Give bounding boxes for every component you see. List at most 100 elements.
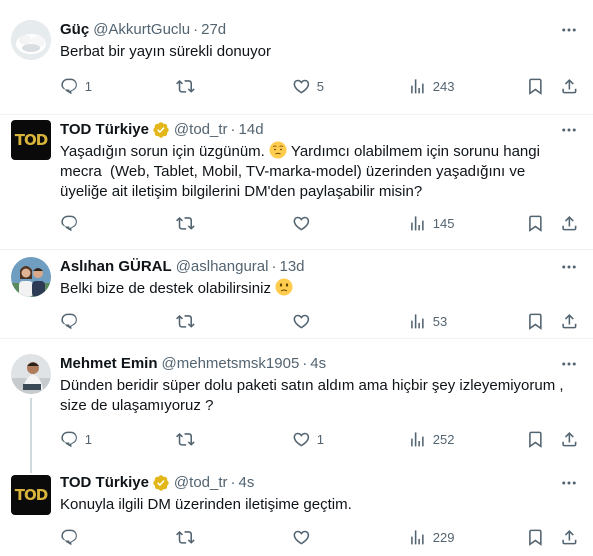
reply-count: 1 [84,78,92,94]
reply-button[interactable] [60,213,85,233]
avatar-guc[interactable] [11,20,51,60]
tweet-3[interactable]: Aslıhan GÜRAL @aslhangural · 13d Belki b… [0,250,593,338]
tweet-4[interactable]: Mehmet Emin @mehmetsmsk1905 · 4s Dünden … [0,339,593,463]
reply-button[interactable]: 1 [60,429,92,449]
separator-dot: · [230,474,236,491]
like-button[interactable] [292,527,317,547]
author-handle[interactable]: @tod_tr [174,473,228,493]
retweet-icon [176,79,195,93]
author-handle[interactable]: @aslhangural [176,257,269,277]
tweet-header: Mehmet Emin @mehmetsmsk1905 · 4s [60,354,553,374]
author-name[interactable]: Mehmet Emin [60,354,158,374]
retweet-button[interactable] [176,311,201,331]
bookmark-icon [529,215,542,232]
views-icon [411,313,424,329]
avatar-mehmet-emin[interactable] [11,354,51,394]
bookmark-button[interactable] [526,311,545,331]
timestamp[interactable]: 14d [239,120,264,140]
like-icon [293,314,310,329]
views-button[interactable]: 145 [408,213,454,233]
share-icon [562,529,577,545]
timestamp[interactable]: 13d [279,257,304,277]
tweet-header: Güç @AkkurtGuclu · 27d [60,20,553,40]
bookmark-button[interactable] [526,527,545,547]
bookmark-button[interactable] [526,429,545,449]
timestamp[interactable]: 4s [239,473,255,493]
reply-button[interactable] [60,311,85,331]
views-button[interactable]: 243 [408,76,454,96]
action-bar: 229 [60,527,580,547]
action-bar: 53 [60,311,580,331]
avatar-tod-turkiye[interactable]: TOD [11,475,51,515]
retweet-icon [176,432,195,446]
author-name[interactable]: Aslıhan GÜRAL [60,257,172,277]
reply-button[interactable] [60,527,85,547]
reply-button[interactable]: 1 [60,76,92,96]
timestamp[interactable]: 27d [201,20,226,40]
text-line: mecra (Web, Tablet, Mobil, TV-marka-mode… [60,163,526,180]
retweet-button[interactable] [176,527,201,547]
share-icon [562,313,577,329]
author-name[interactable]: Güç [60,20,89,40]
separator-dot: · [193,21,199,38]
tod-logo: TOD [14,131,48,149]
tweet-2[interactable]: TOD TOD Türkiye @tod_tr · 14d Yaşadığın … [0,115,593,249]
tweet-1[interactable]: Güç @AkkurtGuclu · 27d Berbat bir yayın … [0,0,593,114]
bookmark-button[interactable] [526,76,545,96]
more-icon[interactable] [559,257,579,277]
bookmark-icon [529,431,542,448]
verified-badge-icon[interactable] [152,474,170,492]
tweet-text: Berbat bir yayın sürekli donuyor [60,43,271,60]
reply-icon [61,78,77,94]
views-icon [411,78,424,94]
tweet-5[interactable]: TOD TOD Türkiye @tod_tr · 4s Konuyla ilg… [0,463,593,556]
avatar-tod-turkiye[interactable]: TOD [11,120,51,160]
like-button[interactable]: 1 [292,429,324,449]
reply-count: 1 [84,431,92,447]
more-icon[interactable] [559,20,579,40]
retweet-button[interactable] [176,76,201,96]
bookmark-icon [529,529,542,546]
like-button[interactable] [292,213,317,233]
tweet-header: TOD Türkiye @tod_tr · 14d [60,120,553,140]
share-button[interactable] [560,429,579,449]
retweet-button[interactable] [176,213,201,233]
more-icon[interactable] [559,354,579,374]
tweet-text: Yaşadığın sorun için üzgünüm. Yardımcı o… [60,141,575,202]
separator-dot: · [271,258,277,275]
share-button[interactable] [560,527,579,547]
tweet-header: Aslıhan GÜRAL @aslhangural · 13d [60,257,553,277]
author-handle[interactable]: @AkkurtGuclu [93,20,190,40]
more-icon[interactable] [559,473,579,493]
reply-icon [61,529,77,545]
like-button[interactable] [292,311,317,331]
author-name[interactable]: TOD Türkiye [60,473,149,493]
text-line: Yaşadığın sorun için üzgünüm. Yardımcı o… [60,141,540,160]
like-count: 1 [316,431,324,447]
share-icon [562,78,577,94]
views-button[interactable]: 252 [408,429,454,449]
more-icon[interactable] [559,120,579,140]
retweet-button[interactable] [176,429,201,449]
author-name[interactable]: TOD Türkiye [60,120,149,140]
tod-logo: TOD [14,486,48,504]
views-button[interactable]: 229 [408,527,454,547]
share-button[interactable] [560,213,579,233]
author-handle[interactable]: @tod_tr [174,120,228,140]
separator-dot: · [302,355,308,372]
like-icon [293,432,310,447]
avatar-aslihan-gural[interactable] [11,257,51,297]
action-bar: 145 [60,213,580,233]
like-button[interactable]: 5 [292,76,324,96]
views-button[interactable]: 53 [408,311,447,331]
thread-connector [30,463,32,473]
bookmark-button[interactable] [526,213,545,233]
views-count: 252 [432,431,455,447]
share-button[interactable] [560,311,579,331]
author-handle[interactable]: @mehmetsmsk1905 [162,354,300,374]
tweet-header: TOD Türkiye @tod_tr · 4s [60,473,553,493]
share-button[interactable] [560,76,579,96]
timestamp[interactable]: 4s [310,354,326,374]
action-bar: 1 5 243 [60,76,580,96]
verified-badge-icon[interactable] [152,121,170,139]
